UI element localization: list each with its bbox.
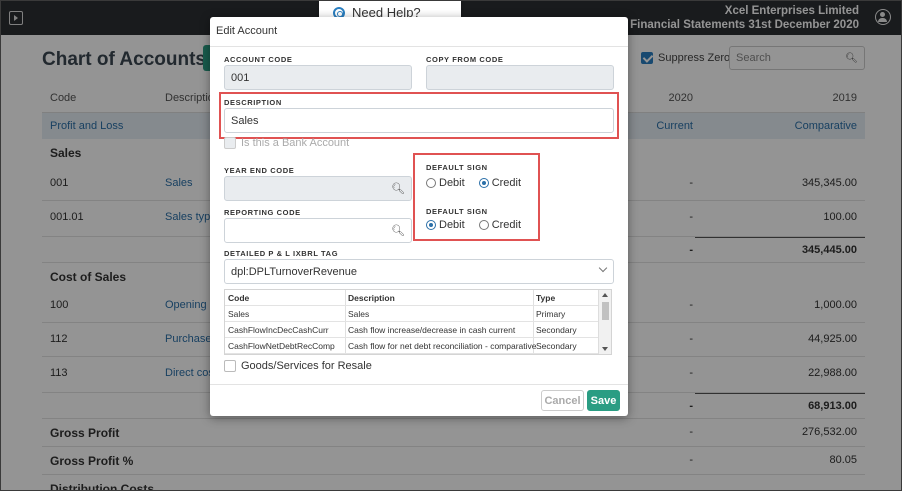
bank-account-checkbox-row[interactable]: Is this a Bank Account bbox=[224, 137, 349, 149]
dialog-title: Edit Account bbox=[210, 17, 628, 47]
tag-col-description: Description bbox=[348, 293, 395, 303]
default-sign-label: DEFAULT SIGN bbox=[426, 163, 488, 172]
scroll-thumb[interactable] bbox=[602, 302, 609, 320]
ixbrl-tag-label: DETAILED P & L IXBRL TAG bbox=[224, 249, 339, 258]
reporting-code-field[interactable]: 🔍︎ bbox=[224, 218, 412, 243]
ixbrl-tag-select[interactable]: dpl:DPLTurnoverRevenue bbox=[224, 259, 614, 284]
save-button[interactable]: Save bbox=[587, 390, 620, 411]
description-label: DESCRIPTION bbox=[224, 98, 282, 107]
cancel-button[interactable]: Cancel bbox=[541, 390, 584, 411]
tag-table: Code Description Type Sales Sales Primar… bbox=[224, 289, 612, 355]
reporting-code-label: REPORTING CODE bbox=[224, 208, 301, 217]
tag-code: Sales bbox=[228, 309, 250, 319]
search-icon[interactable]: 🔍︎ bbox=[391, 182, 405, 195]
account-code-field[interactable]: 001 bbox=[224, 65, 412, 90]
sign1-credit-option[interactable]: Credit bbox=[478, 177, 522, 189]
scroll-down-icon[interactable] bbox=[602, 347, 608, 351]
copy-from-code-field[interactable] bbox=[426, 65, 614, 90]
sign1-credit-radio[interactable] bbox=[478, 178, 489, 188]
year-end-code-label: YEAR END CODE bbox=[224, 166, 295, 175]
search-icon[interactable]: 🔍︎ bbox=[391, 224, 405, 237]
tag-description: Sales bbox=[348, 309, 370, 319]
sign1-debit-radio[interactable] bbox=[426, 178, 436, 188]
scroll-up-icon[interactable] bbox=[602, 293, 608, 297]
bank-account-label: Is this a Bank Account bbox=[241, 137, 350, 149]
default-sign-group-1: Debit Credit bbox=[426, 177, 535, 189]
tag-type: Secondary bbox=[536, 341, 577, 351]
table-row[interactable]: CashFlowNetDebtRecComp Cash flow for net… bbox=[225, 338, 599, 354]
app-window: Xcel Enterprises Limited Financial State… bbox=[0, 0, 902, 491]
account-code-label: ACCOUNT CODE bbox=[224, 55, 293, 64]
account-code-value: 001 bbox=[231, 72, 250, 84]
tag-col-code: Code bbox=[228, 293, 250, 303]
tag-description: Cash flow for net debt reconciliation - … bbox=[348, 341, 537, 351]
tag-table-header: Code Description Type bbox=[225, 290, 599, 306]
sign1-debit-label: Debit bbox=[439, 177, 465, 189]
goods-services-checkbox[interactable] bbox=[224, 360, 236, 372]
goods-services-label: Goods/Services for Resale bbox=[241, 360, 372, 372]
description-field[interactable]: Sales bbox=[224, 108, 614, 133]
copy-from-code-label: COPY FROM CODE bbox=[426, 55, 504, 64]
table-row[interactable]: Sales Sales Primary bbox=[225, 306, 599, 322]
tag-type: Secondary bbox=[536, 325, 577, 335]
sign2-credit-option[interactable]: Credit bbox=[478, 219, 522, 231]
goods-services-checkbox-row[interactable]: Goods/Services for Resale bbox=[224, 360, 372, 372]
chevron-down-icon bbox=[598, 263, 608, 273]
default-sign-group-2: Debit Credit bbox=[426, 219, 535, 231]
sign2-debit-option[interactable]: Debit bbox=[426, 219, 465, 231]
table-row[interactable]: CashFlowIncDecCashCurr Cash flow increas… bbox=[225, 322, 599, 338]
sign1-debit-option[interactable]: Debit bbox=[426, 177, 465, 189]
tag-table-scrollbar[interactable] bbox=[598, 290, 611, 354]
ixbrl-tag-value: dpl:DPLTurnoverRevenue bbox=[231, 266, 357, 278]
bank-account-checkbox[interactable] bbox=[224, 137, 236, 149]
tag-code: CashFlowIncDecCashCurr bbox=[228, 325, 329, 335]
year-end-code-field[interactable]: 🔍︎ bbox=[224, 176, 412, 201]
default-sign-label-2: DEFAULT SIGN bbox=[426, 207, 488, 216]
edit-account-dialog: Edit Account ACCOUNT CODE 001 COPY FROM … bbox=[210, 17, 628, 416]
sign1-credit-label: Credit bbox=[491, 177, 522, 189]
tag-code: CashFlowNetDebtRecComp bbox=[228, 341, 335, 351]
tag-description: Cash flow increase/decrease in cash curr… bbox=[348, 325, 516, 335]
sign2-credit-label: Credit bbox=[491, 219, 522, 231]
tag-col-type: Type bbox=[536, 293, 556, 303]
dialog-footer-divider bbox=[210, 384, 628, 385]
tag-type: Primary bbox=[536, 309, 566, 319]
description-value: Sales bbox=[231, 115, 259, 127]
sign2-debit-label: Debit bbox=[439, 219, 465, 231]
sign2-debit-radio[interactable] bbox=[426, 220, 436, 230]
sign2-credit-radio[interactable] bbox=[478, 220, 489, 230]
